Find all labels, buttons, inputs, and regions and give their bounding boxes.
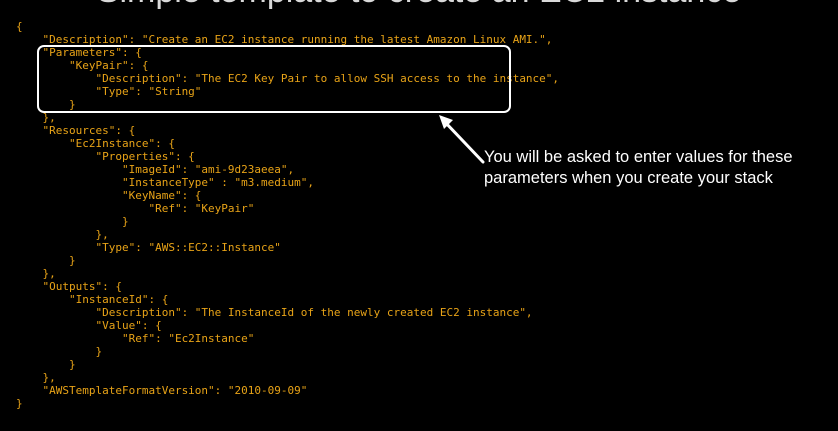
code-line: "InstanceType" : "m3.medium", bbox=[16, 176, 315, 189]
code-line: } bbox=[16, 215, 129, 228]
code-line: "InstanceId": { bbox=[16, 293, 169, 306]
code-line: "Description": "The InstanceId of the ne… bbox=[16, 306, 533, 319]
code-line: } bbox=[16, 358, 76, 371]
callout-arrow-icon bbox=[439, 115, 485, 164]
code-line: "Value": { bbox=[16, 319, 162, 332]
slide: Simple template to create an EC2 instanc… bbox=[0, 0, 838, 431]
code-line: "KeyName": { bbox=[16, 189, 202, 202]
parameters-highlight-box bbox=[37, 45, 511, 113]
code-line: }, bbox=[16, 228, 109, 241]
code-line: "AWSTemplateFormatVersion": "2010-09-09" bbox=[16, 384, 308, 397]
code-line: }, bbox=[16, 371, 56, 384]
code-line: } bbox=[16, 345, 103, 358]
code-line: "Outputs": { bbox=[16, 280, 122, 293]
code-line: } bbox=[16, 254, 76, 267]
code-line: "Type": "AWS::EC2::Instance" bbox=[16, 241, 281, 254]
code-line: }, bbox=[16, 267, 56, 280]
code-line: "Ref": "KeyPair" bbox=[16, 202, 255, 215]
code-line: "Ref": "Ec2Instance" bbox=[16, 332, 255, 345]
code-line: } bbox=[16, 397, 23, 410]
slide-title: Simple template to create an EC2 instanc… bbox=[0, 0, 838, 8]
callout-text: You will be asked to enter values for th… bbox=[484, 148, 793, 187]
code-line: { bbox=[16, 20, 23, 33]
